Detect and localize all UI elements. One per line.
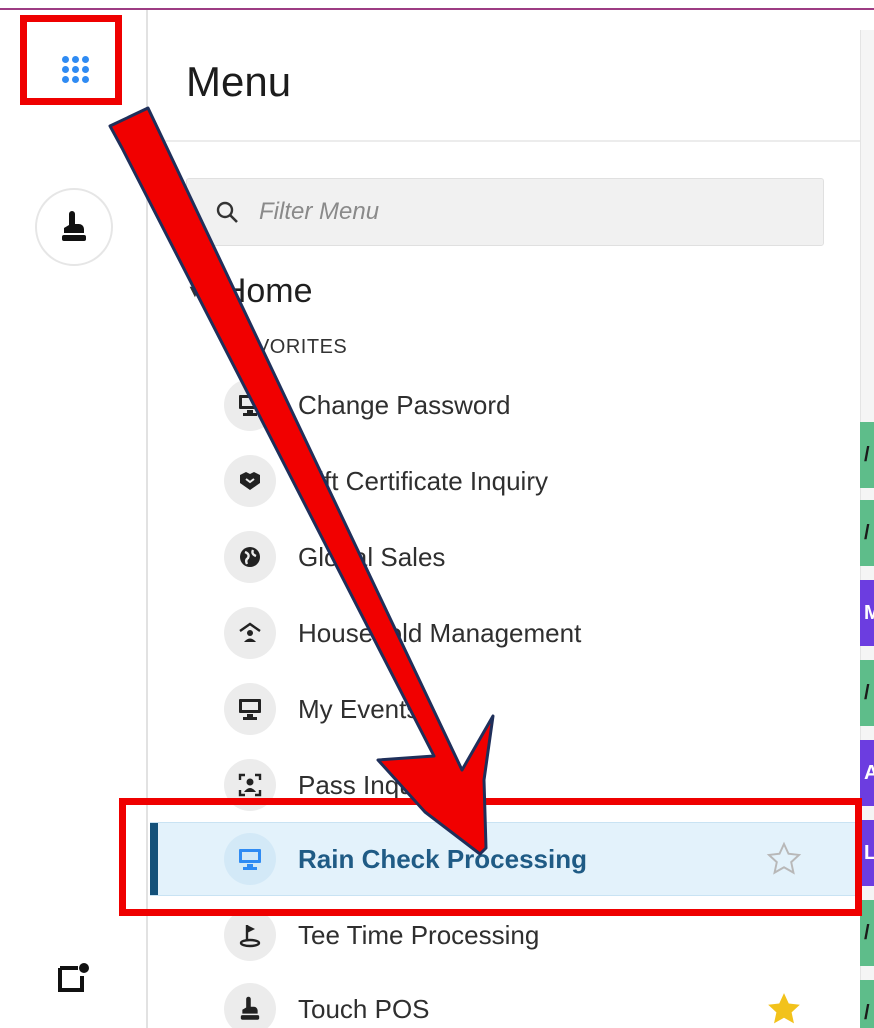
left-rail	[0, 10, 148, 1028]
notification-icon	[58, 963, 89, 992]
menu-item-pass-inquiry[interactable]: Pass Inquiry	[150, 748, 860, 822]
home-section-toggle[interactable]: ▼ Home	[186, 272, 313, 311]
home-section-label: Home	[221, 272, 313, 310]
star-outline-icon	[766, 841, 802, 875]
menu-item-label: Touch POS	[298, 993, 430, 1024]
household-icon	[224, 607, 276, 659]
background-tab: /	[860, 980, 874, 1028]
apps-grid-icon	[61, 55, 89, 83]
menu-item-label: Change Password	[298, 389, 511, 420]
menu-item-global-sales[interactable]: Global Sales	[150, 520, 860, 594]
menu-item-label: Rain Check Processing	[298, 843, 587, 874]
favorite-star-button[interactable]	[764, 839, 804, 879]
menu-item-household-management[interactable]: Household Management	[150, 596, 860, 670]
favorites-label: FAVORITES	[232, 336, 348, 358]
monitor-icon	[224, 833, 276, 885]
touch-icon	[62, 211, 86, 241]
handshake-icon	[224, 455, 276, 507]
touch-icon	[224, 983, 276, 1028]
menu-item-label: Pass Inquiry	[298, 769, 442, 800]
menu-item-my-events[interactable]: My Events	[150, 672, 860, 746]
star-filled-icon	[768, 993, 800, 1024]
menu-item-touch-pos[interactable]: Touch POS	[150, 972, 860, 1028]
filter-menu-input[interactable]	[259, 198, 759, 226]
globe-icon	[224, 531, 276, 583]
menu-item-label: Gift Certificate Inquiry	[298, 465, 548, 496]
background-tab: M	[860, 580, 874, 646]
background-tab: /	[860, 660, 874, 726]
menu-item-label: Tee Time Processing	[298, 919, 540, 950]
menu-item-rain-check-processing[interactable]: Rain Check Processing	[150, 822, 860, 896]
golf-icon	[224, 909, 276, 961]
search-icon	[216, 201, 238, 223]
apps-grid-button[interactable]	[40, 37, 110, 101]
menu-item-label: Global Sales	[298, 541, 446, 572]
menu-item-label: My Events	[298, 693, 420, 724]
monitor-icon	[224, 683, 276, 735]
monitor-icon	[224, 379, 276, 431]
divider	[150, 140, 860, 142]
favorite-star-button[interactable]	[764, 989, 804, 1028]
menu-item-label: Household Management	[298, 617, 582, 648]
background-tab: L	[860, 820, 874, 886]
background-tab: /	[860, 422, 874, 488]
notifications-button[interactable]	[54, 960, 92, 998]
background-tab: /	[860, 900, 874, 966]
background-tab: /	[860, 500, 874, 566]
active-indicator-bar	[150, 823, 158, 895]
face-scan-icon	[224, 759, 276, 811]
menu-panel: Menu ▼ Home FAVORITES Change Password Gi…	[150, 10, 860, 1028]
menu-item-tee-time-processing[interactable]: Tee Time Processing	[150, 898, 860, 972]
background-tab: A	[860, 740, 874, 806]
filter-menu-field[interactable]	[186, 178, 824, 246]
menu-item-change-password[interactable]: Change Password	[150, 368, 860, 442]
caret-down-icon: ▼	[186, 281, 204, 301]
menu-title: Menu	[186, 58, 292, 105]
menu-item-gift-certificate-inquiry[interactable]: Gift Certificate Inquiry	[150, 444, 860, 518]
touch-pos-shortcut-button[interactable]	[35, 188, 113, 266]
